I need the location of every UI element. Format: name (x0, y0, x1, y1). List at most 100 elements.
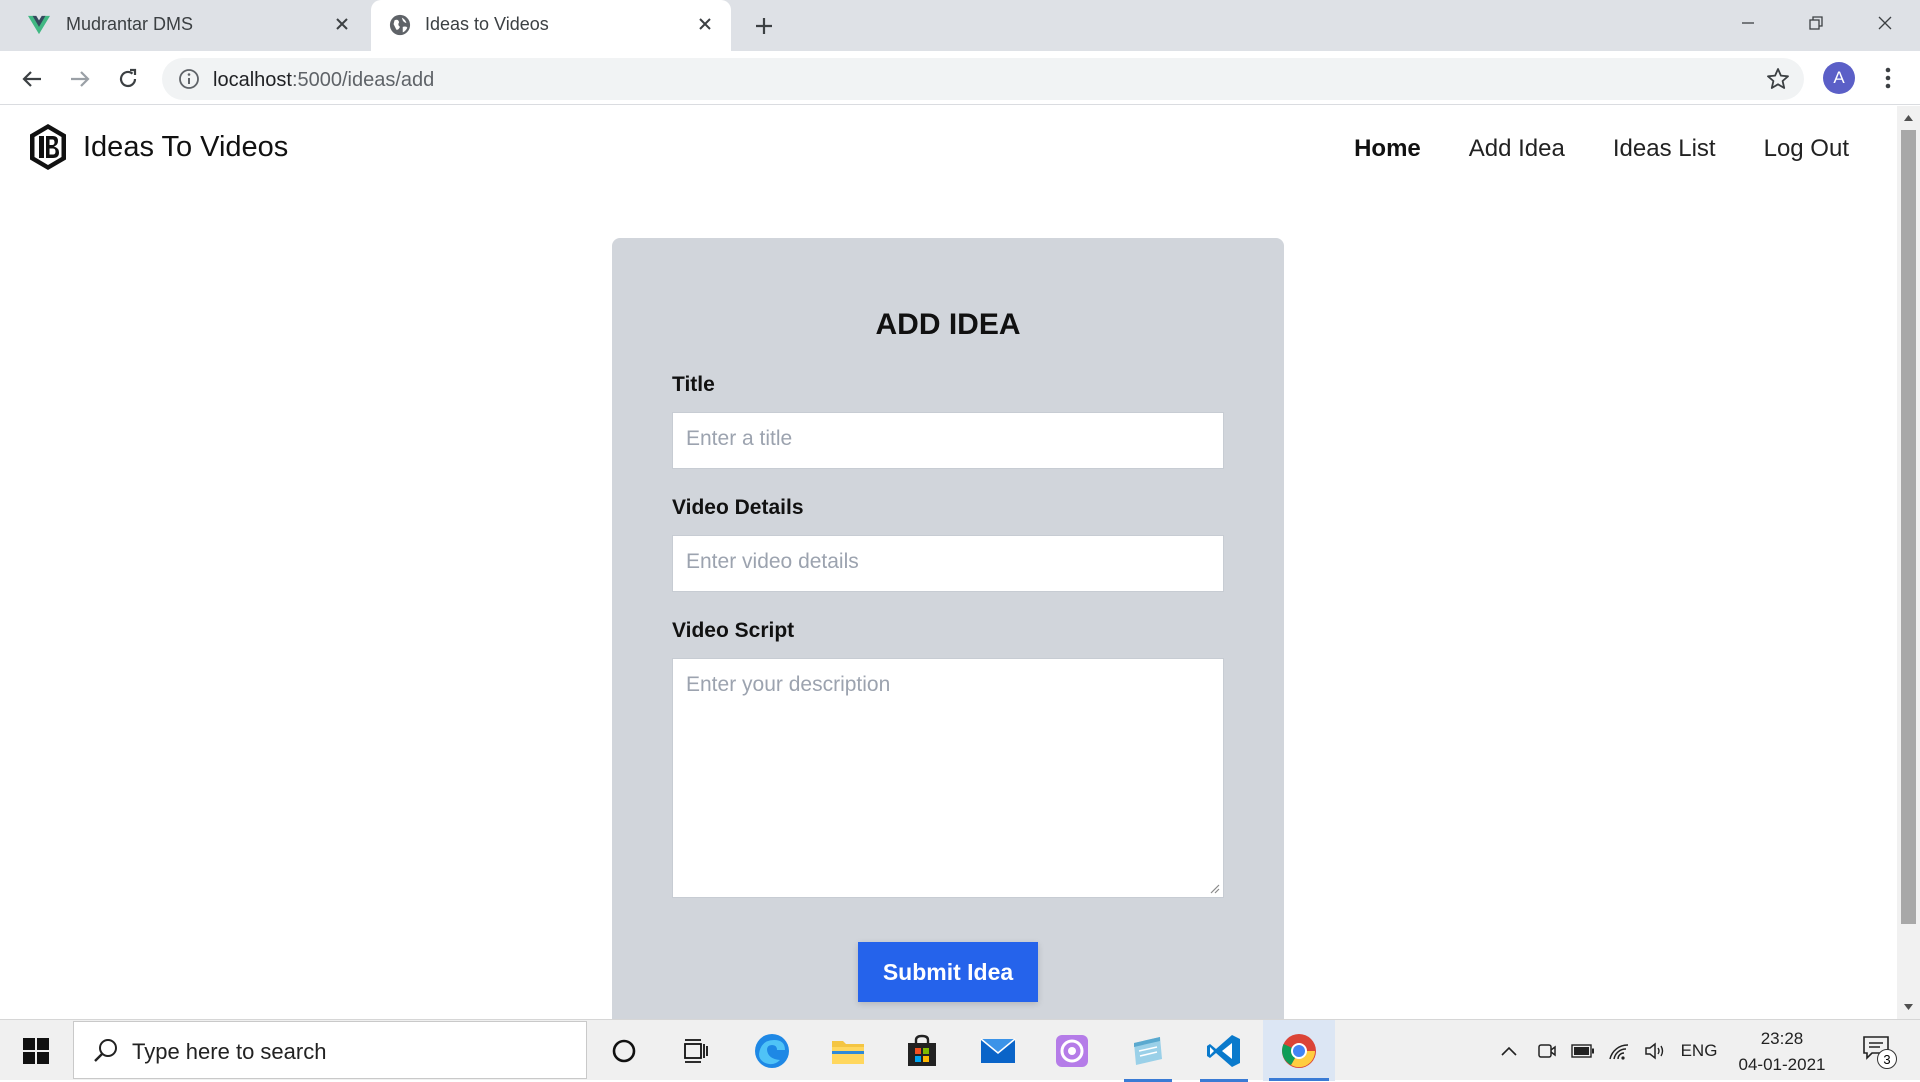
video-script-textarea[interactable]: Enter your description (672, 658, 1224, 898)
reload-icon (119, 68, 137, 88)
globe-icon (389, 14, 411, 36)
browser-tab-strip: Mudrantar DMS Ideas to Videos (0, 0, 1920, 51)
brand-link[interactable]: Ideas To Videos (27, 122, 288, 172)
task-view-icon (684, 1039, 708, 1063)
main-nav: Home Add Idea Ideas List Log Out (1354, 135, 1849, 163)
scroll-up-arrow-icon[interactable] (1903, 113, 1914, 124)
video-details-input[interactable]: Enter video details (672, 535, 1224, 592)
page-scrollbar[interactable] (1897, 106, 1920, 1019)
wifi-icon (1609, 1043, 1629, 1060)
title-label: Title (672, 373, 715, 396)
folder-icon (832, 1041, 864, 1064)
search-icon (94, 1039, 117, 1062)
cortana-button[interactable] (594, 1028, 654, 1074)
resize-handle-icon[interactable] (1208, 882, 1220, 894)
scroll-down-arrow-icon[interactable] (1903, 1001, 1914, 1012)
camera-tray-icon (1538, 1043, 1556, 1058)
restore-window-button[interactable] (1794, 6, 1838, 40)
bookmark-star-icon[interactable] (1766, 67, 1790, 91)
video-details-label: Video Details (672, 496, 804, 519)
nav-home[interactable]: Home (1354, 135, 1421, 163)
taskbar-file-explorer[interactable] (818, 1028, 878, 1074)
nav-add-idea[interactable]: Add Idea (1469, 135, 1565, 163)
video-script-label: Video Script (672, 619, 795, 642)
minimize-icon (1742, 22, 1754, 24)
more-vert-icon (1885, 67, 1891, 89)
taskbar-edge[interactable] (742, 1028, 802, 1074)
back-button[interactable] (14, 61, 50, 97)
volume-tray[interactable] (1638, 1020, 1672, 1081)
taskbar-clock[interactable]: 23:28 04-01-2021 (1722, 1026, 1842, 1078)
edge-browser-icon (755, 1034, 789, 1068)
chrome-icon (1282, 1033, 1316, 1068)
url-path: :5000/ideas/add (291, 69, 435, 91)
show-hidden-icons-button[interactable] (1494, 1020, 1524, 1081)
reload-button[interactable] (110, 61, 146, 97)
language-indicator[interactable]: ENG (1676, 1020, 1722, 1081)
nav-ideas-list[interactable]: Ideas List (1613, 135, 1716, 163)
tab-ideas-to-videos[interactable]: Ideas to Videos (371, 0, 731, 51)
tab-title: Mudrantar DMS (66, 14, 194, 34)
video-script-placeholder: Enter your description (686, 673, 891, 696)
arrow-right-icon (71, 71, 90, 87)
new-tab-button[interactable] (748, 10, 780, 42)
plus-icon (756, 18, 772, 34)
arrow-left-icon (22, 71, 41, 87)
close-window-button[interactable] (1863, 6, 1907, 40)
profile-avatar[interactable]: A (1823, 62, 1855, 94)
taskbar-chrome[interactable] (1263, 1020, 1335, 1081)
mail-icon (980, 1038, 1016, 1063)
forward-button[interactable] (62, 61, 98, 97)
form-heading: ADD IDEA (875, 308, 1021, 341)
submit-idea-button[interactable]: Submit Idea (858, 942, 1038, 1002)
cortana-icon (612, 1039, 636, 1063)
taskbar-microsoft-store[interactable] (892, 1028, 952, 1074)
notepad-icon (1134, 1037, 1162, 1065)
battery-tray[interactable] (1566, 1020, 1600, 1081)
clock-date: 04-01-2021 (1738, 1055, 1826, 1074)
battery-icon (1571, 1043, 1594, 1058)
taskbar-photo-app[interactable] (1042, 1028, 1102, 1074)
notification-count-badge: 3 (1877, 1049, 1897, 1069)
close-tab-icon[interactable] (693, 12, 717, 36)
windows-taskbar: Type here to search ENG 23:28 04-01-2021… (0, 1019, 1920, 1082)
brand-logo-icon (30, 124, 66, 170)
title-input[interactable]: Enter a title (672, 412, 1224, 469)
search-placeholder: Type here to search (132, 1039, 327, 1064)
close-icon (1878, 16, 1892, 30)
action-center-button[interactable]: 3 (1862, 1035, 1897, 1069)
tab-mudrantar-dms[interactable]: Mudrantar DMS (6, 0, 368, 51)
vscode-icon (1207, 1035, 1240, 1067)
meet-now-tray[interactable] (1530, 1020, 1564, 1081)
taskbar-mail[interactable] (968, 1028, 1028, 1074)
tab-title: Ideas to Videos (425, 14, 549, 34)
add-idea-card: ADD IDEA Title Enter a title Video Detai… (612, 238, 1284, 1019)
page-viewport: Ideas To Videos Home Add Idea Ideas List… (0, 106, 1897, 1019)
browser-menu-button[interactable] (1876, 63, 1900, 93)
windows-logo-icon (23, 1037, 49, 1064)
site-header: Ideas To Videos Home Add Idea Ideas List… (0, 106, 1897, 194)
task-view-button[interactable] (666, 1028, 726, 1074)
start-button[interactable] (0, 1020, 72, 1081)
scrollbar-thumb[interactable] (1901, 130, 1916, 924)
vue-icon (28, 15, 50, 35)
speaker-icon (1645, 1041, 1664, 1060)
store-bag-icon (908, 1034, 936, 1066)
taskbar-notepad-app[interactable] (1118, 1028, 1178, 1082)
network-tray[interactable] (1602, 1020, 1636, 1081)
url-text[interactable]: localhost:5000/ideas/add (213, 69, 434, 92)
chevron-up-icon (1501, 1046, 1517, 1056)
clock-time: 23:28 (1760, 1029, 1804, 1048)
nav-log-out[interactable]: Log Out (1764, 135, 1849, 163)
address-bar[interactable]: localhost:5000/ideas/add (162, 58, 1804, 100)
brand-name: Ideas To Videos (83, 130, 289, 163)
minimize-window-button[interactable] (1726, 6, 1770, 40)
taskbar-search-box[interactable]: Type here to search (73, 1021, 587, 1079)
restore-icon (1809, 16, 1823, 30)
browser-toolbar: localhost:5000/ideas/add A (0, 51, 1920, 105)
close-tab-icon[interactable] (330, 12, 354, 36)
url-host: localhost (213, 69, 292, 91)
taskbar-vscode[interactable] (1194, 1028, 1254, 1082)
info-icon[interactable] (178, 68, 200, 90)
photo-app-icon (1056, 1035, 1088, 1067)
